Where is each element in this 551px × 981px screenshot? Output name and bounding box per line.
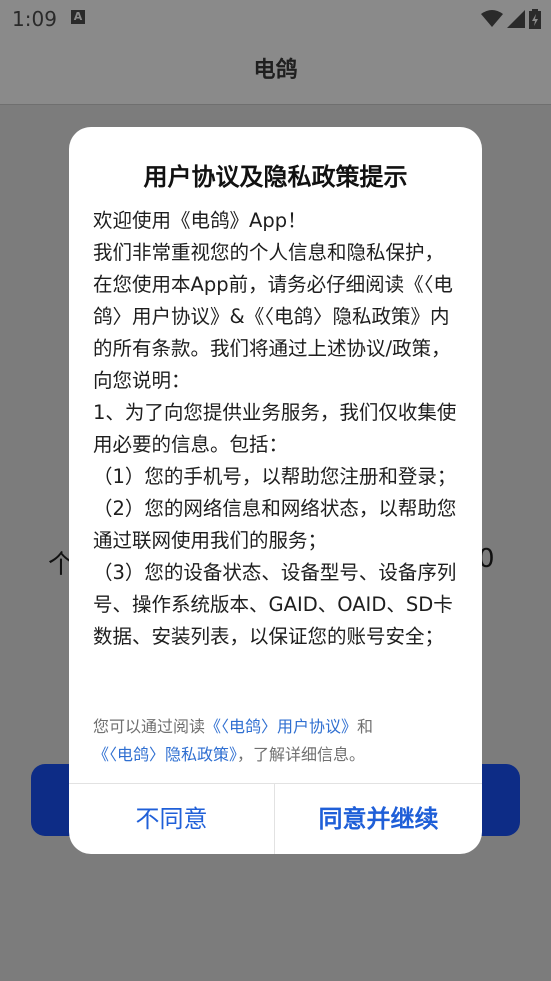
dialog-title: 用户协议及隐私政策提示: [143, 163, 408, 191]
status-icons: [481, 9, 541, 29]
agree-continue-button[interactable]: 同意并继续: [275, 784, 482, 854]
wifi-icon: [481, 10, 503, 27]
notice-suffix: ，了解详细信息。: [237, 745, 366, 764]
status-time: 1:09: [12, 7, 57, 31]
notice-prefix: 您可以通过阅读: [93, 717, 206, 736]
app-title: 电鸽: [253, 58, 298, 83]
user-agreement-link[interactable]: 《〈电鸽〉用户协议》: [205, 717, 357, 736]
agreement-paragraph: 我们非常重视您的个人信息和隐私保护，在您使用本App前，请务必仔细阅读《〈电鸽〉…: [93, 241, 453, 392]
app-bar: 电鸽: [0, 38, 551, 105]
notice-middle: 和: [357, 717, 374, 736]
battery-icon: [529, 9, 541, 29]
notification-a-icon: A: [71, 10, 85, 24]
signal-icon: [507, 10, 525, 28]
disagree-button[interactable]: 不同意: [69, 784, 274, 854]
agreement-paragraph: 1、为了向您提供业务服务，我们仅收集使用必要的信息。包括：: [93, 401, 457, 456]
agreement-scroll-content[interactable]: 欢迎使用《电鸽》App！ 我们非常重视您的个人信息和隐私保护，在您使用本App前…: [93, 205, 461, 697]
agreement-notice: 您可以通过阅读《〈电鸽〉用户协议》和《〈电鸽〉隐私政策》，了解详细信息。: [93, 713, 465, 769]
status-bar: 1:09 A: [0, 0, 551, 38]
privacy-dialog: 用户协议及隐私政策提示 欢迎使用《电鸽》App！ 我们非常重视您的个人信息和隐私…: [69, 127, 482, 854]
privacy-policy-link[interactable]: 《〈电鸽〉隐私政策》: [93, 745, 237, 764]
agreement-paragraph: （3）您的设备状态、设备型号、设备序列号、操作系统版本、GAID、OAID、SD…: [93, 561, 457, 648]
agreement-paragraph: （2）您的网络信息和网络状态，以帮助您通过联网使用我们的服务；: [93, 497, 457, 552]
agreement-paragraph: 欢迎使用《电鸽》App！: [93, 209, 307, 232]
agreement-paragraph: （1）您的手机号，以帮助您注册和登录；: [93, 465, 457, 488]
